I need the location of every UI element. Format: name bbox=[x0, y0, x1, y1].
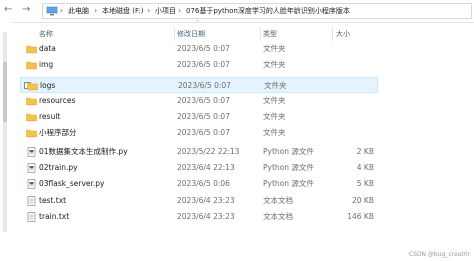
file-type: 文件夹 bbox=[263, 44, 286, 53]
folder-icon bbox=[26, 45, 37, 54]
file-type: 文件夹 bbox=[263, 128, 286, 137]
file-name: 01数据集文本生成制作.py bbox=[39, 147, 128, 156]
file-name: resources bbox=[39, 96, 76, 105]
watermark: CSDN @bug_creat0r bbox=[408, 251, 470, 258]
file-type: Python 源文件 bbox=[263, 147, 314, 156]
file-size: 4 KB bbox=[356, 163, 374, 172]
computer-icon bbox=[46, 6, 58, 16]
file-name: 03flask_server.py bbox=[39, 179, 105, 188]
file-type: 文件夹 bbox=[263, 60, 286, 69]
column-divider[interactable] bbox=[174, 27, 175, 41]
folder-icon bbox=[26, 113, 37, 122]
file-row[interactable]: train.txt 2023/6/4 23:23 文本文档 146 KB bbox=[20, 209, 378, 225]
file-date: 2023/6/4 23:23 bbox=[177, 212, 235, 221]
file-name: data bbox=[39, 44, 56, 53]
file-row[interactable]: 小程序部分 2023/6/5 0:07 文件夹 bbox=[20, 125, 378, 141]
folder-icon bbox=[26, 97, 37, 106]
crumb-drive-f[interactable]: 本地磁盘 (F:) bbox=[102, 6, 144, 16]
sort-chevron-icon: ˄ bbox=[196, 20, 199, 27]
file-row[interactable]: data 2023/6/5 0:07 文件夹 bbox=[20, 41, 378, 57]
crumb-small-project[interactable]: 小项目 bbox=[155, 6, 176, 16]
crumb-separator: › bbox=[60, 6, 64, 15]
file-date: 2023/6/4 23:23 bbox=[177, 196, 235, 205]
file-date: 2023/6/5 0:07 bbox=[177, 96, 230, 105]
file-row[interactable]: img 2023/6/5 0:07 文件夹 bbox=[20, 57, 378, 73]
file-date: 2023/6/5 0:07 bbox=[178, 81, 231, 90]
crumb-this-pc[interactable]: 此电脑 bbox=[68, 6, 89, 16]
nav-pane-scrollbar[interactable] bbox=[3, 62, 7, 122]
file-name: logs bbox=[40, 81, 56, 90]
crumb-project-folder[interactable]: 076基于python深度学习的人脸年龄识别小程序版本 bbox=[186, 6, 350, 16]
column-divider[interactable] bbox=[260, 27, 261, 41]
file-size: 146 KB bbox=[347, 212, 374, 221]
column-header-type[interactable]: 类型 bbox=[263, 29, 277, 39]
navigation-pane bbox=[0, 22, 12, 261]
file-type: 文件夹 bbox=[264, 81, 287, 90]
file-type: 文本文档 bbox=[263, 196, 293, 205]
file-date: 2023/6/5 0:07 bbox=[177, 128, 230, 137]
forward-arrow-icon[interactable]: → bbox=[22, 4, 30, 16]
address-row: ← → › 此电脑 › 本地磁盘 (F:) › 小项目 › 076基于pytho… bbox=[0, 0, 474, 23]
text-file-icon bbox=[27, 212, 36, 222]
file-date: 2023/6/4 22:13 bbox=[177, 163, 235, 172]
file-name: train.txt bbox=[39, 212, 70, 221]
file-type: 文件夹 bbox=[263, 96, 286, 105]
file-name: test.txt bbox=[39, 196, 67, 205]
file-size: 2 KB bbox=[356, 147, 374, 156]
folder-icon bbox=[27, 82, 38, 91]
file-date: 2023/6/5 0:07 bbox=[177, 44, 230, 53]
file-row[interactable]: test.txt 2023/6/4 23:23 文本文档 20 KB bbox=[20, 193, 378, 209]
address-bar[interactable]: › 此电脑 › 本地磁盘 (F:) › 小项目 › 076基于python深度学… bbox=[42, 3, 472, 19]
file-type: 文件夹 bbox=[263, 112, 286, 121]
column-header-date[interactable]: 修改日期 bbox=[177, 29, 205, 39]
file-name: img bbox=[39, 60, 54, 69]
column-header-name[interactable]: 名称 bbox=[39, 29, 53, 39]
file-name: result bbox=[39, 112, 61, 121]
file-row[interactable]: resources 2023/6/5 0:07 文件夹 bbox=[20, 93, 378, 109]
folder-icon bbox=[26, 61, 37, 70]
file-type: Python 源文件 bbox=[263, 179, 314, 188]
back-arrow-icon[interactable]: ← bbox=[4, 4, 12, 16]
file-row[interactable]: logs 2023/6/5 0:07 文件夹 bbox=[20, 77, 378, 93]
file-name: 02train.py bbox=[39, 163, 78, 172]
crumb-separator: › bbox=[178, 6, 182, 15]
folder-icon bbox=[26, 129, 37, 138]
file-name: 小程序部分 bbox=[39, 128, 77, 137]
file-date: 2023/6/5 0:07 bbox=[177, 60, 230, 69]
file-row[interactable]: 02train.py 2023/6/4 22:13 Python 源文件 4 KB bbox=[20, 160, 378, 176]
python-file-icon bbox=[27, 147, 36, 157]
file-row[interactable]: 03flask_server.py 2023/6/5 0:06 Python 源文件… bbox=[20, 176, 378, 192]
python-file-icon bbox=[27, 163, 36, 173]
python-file-icon bbox=[27, 179, 36, 189]
column-divider[interactable] bbox=[332, 27, 333, 41]
file-row[interactable]: result 2023/6/5 0:07 文件夹 bbox=[20, 109, 378, 125]
file-date: 2023/5/22 22:13 bbox=[177, 147, 240, 156]
crumb-separator: › bbox=[147, 6, 151, 15]
file-size: 20 KB bbox=[352, 196, 374, 205]
file-size: 5 KB bbox=[356, 179, 374, 188]
file-date: 2023/6/5 0:07 bbox=[177, 112, 230, 121]
file-type: Python 源文件 bbox=[263, 163, 314, 172]
file-type: 文本文档 bbox=[263, 212, 293, 221]
crumb-separator: › bbox=[94, 6, 98, 15]
text-file-icon bbox=[27, 196, 36, 206]
file-date: 2023/6/5 0:06 bbox=[177, 179, 230, 188]
column-header-size[interactable]: 大小 bbox=[336, 29, 350, 39]
file-row[interactable]: 01数据集文本生成制作.py 2023/5/22 22:13 Python 源文件 2… bbox=[20, 144, 378, 160]
